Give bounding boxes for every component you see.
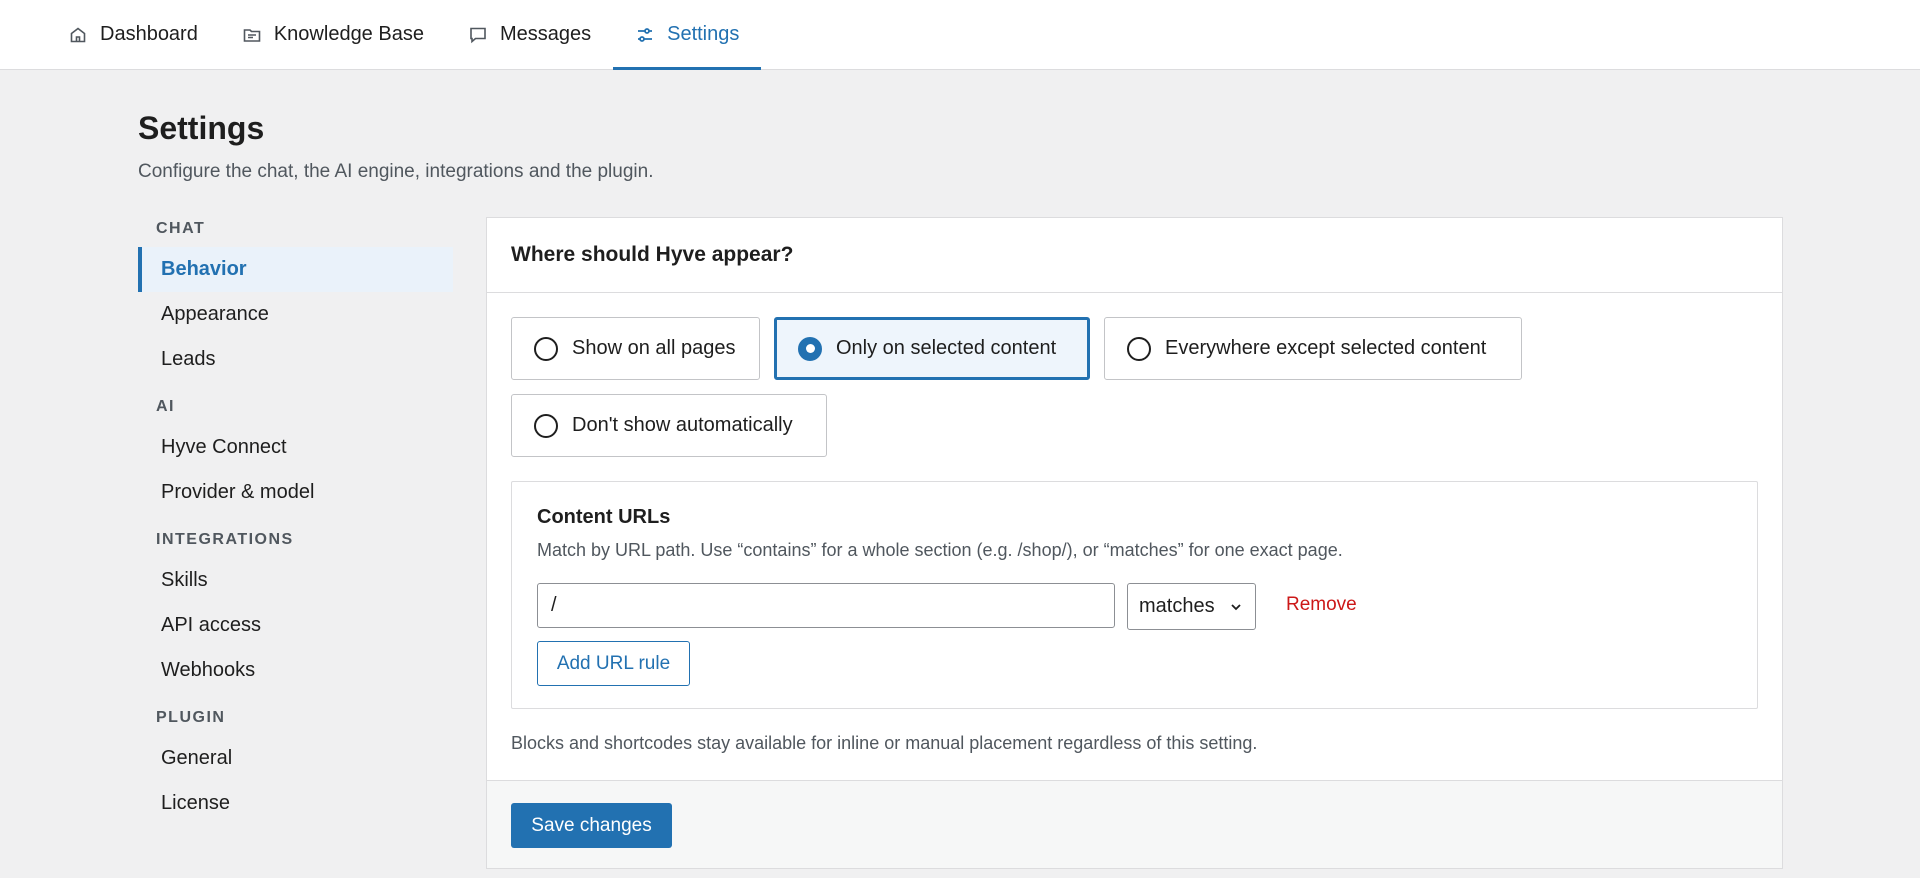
sidebar-item-skills[interactable]: Skills	[138, 558, 453, 603]
card-footer: Save changes	[487, 780, 1782, 868]
add-url-rule-button[interactable]: Add URL rule	[537, 641, 690, 686]
url-rule-input[interactable]	[537, 583, 1115, 628]
chat-bubble-icon	[470, 27, 486, 43]
visibility-settings-card: Where should Hyve appear? Show on all pa…	[486, 217, 1783, 869]
radio-icon[interactable]	[1127, 336, 1151, 361]
sliders-icon	[638, 27, 653, 42]
radio-icon[interactable]	[534, 413, 558, 438]
sidebar-group-ai: AI	[156, 398, 175, 415]
content-urls-title: Content URLs	[537, 506, 671, 528]
sidebar-item-appearance[interactable]: Appearance	[138, 292, 453, 337]
home-icon	[70, 26, 86, 42]
remove-rule-link[interactable]: Remove	[1286, 594, 1357, 616]
option-only-selected-content[interactable]: Only on selected content	[774, 317, 1090, 380]
sidebar-item-license[interactable]: License	[138, 781, 453, 826]
option-label: Don't show automatically	[572, 414, 793, 436]
radio-selected-icon[interactable]	[798, 336, 822, 361]
settings-sidebar: CHAT Behavior Appearance Leads AI Hyve C…	[138, 215, 453, 826]
folder-icon	[243, 28, 261, 42]
placement-footnote: Blocks and shortcodes stay available for…	[511, 733, 1258, 753]
chevron-down-icon	[1230, 603, 1241, 610]
tab-messages[interactable]: Messages	[446, 0, 613, 69]
page-title: Settings	[138, 110, 265, 146]
save-changes-button[interactable]: Save changes	[511, 803, 672, 848]
tab-dashboard[interactable]: Dashboard	[46, 0, 220, 69]
page-subtitle: Configure the chat, the AI engine, integ…	[138, 161, 654, 182]
option-label: Only on selected content	[836, 337, 1057, 359]
radio-icon[interactable]	[534, 336, 558, 361]
card-title: Where should Hyve appear?	[487, 218, 1782, 293]
sidebar-item-provider-model[interactable]: Provider & model	[138, 470, 453, 515]
tab-label: Messages	[499, 23, 592, 45]
sidebar-group-plugin: PLUGIN	[156, 709, 226, 726]
option-label: Everywhere except selected content	[1165, 337, 1487, 359]
option-label: Show on all pages	[572, 337, 736, 359]
sidebar-item-leads[interactable]: Leads	[138, 337, 453, 382]
sidebar-group-integrations: INTEGRATIONS	[156, 531, 294, 548]
sidebar-item-hyve-connect[interactable]: Hyve Connect	[138, 425, 453, 470]
option-everywhere-except-selected[interactable]: Everywhere except selected content	[1104, 317, 1522, 380]
sidebar-item-general[interactable]: General	[138, 736, 453, 781]
match-type-value: matches	[1139, 595, 1215, 617]
top-nav: Dashboard Knowledge Base Messages Settin…	[0, 0, 1920, 70]
sidebar-item-webhooks[interactable]: Webhooks	[138, 648, 453, 693]
option-show-all-pages[interactable]: Show on all pages	[511, 317, 760, 380]
content-urls-help: Match by URL path. Use “contains” for a …	[537, 540, 1343, 560]
sidebar-group-chat: CHAT	[156, 220, 206, 237]
option-dont-show-automatically[interactable]: Don't show automatically	[511, 394, 827, 457]
content-urls-panel: Content URLs Match by URL path. Use “con…	[511, 481, 1758, 709]
sidebar-item-api-access[interactable]: API access	[138, 603, 453, 648]
tab-label: Knowledge Base	[273, 23, 424, 45]
match-type-select[interactable]: matches	[1127, 583, 1256, 630]
tab-label: Dashboard	[100, 23, 198, 45]
tab-knowledge-base[interactable]: Knowledge Base	[220, 0, 446, 69]
sidebar-item-behavior[interactable]: Behavior	[138, 247, 453, 292]
tab-settings[interactable]: Settings	[613, 0, 762, 70]
tab-label: Settings	[667, 23, 740, 45]
